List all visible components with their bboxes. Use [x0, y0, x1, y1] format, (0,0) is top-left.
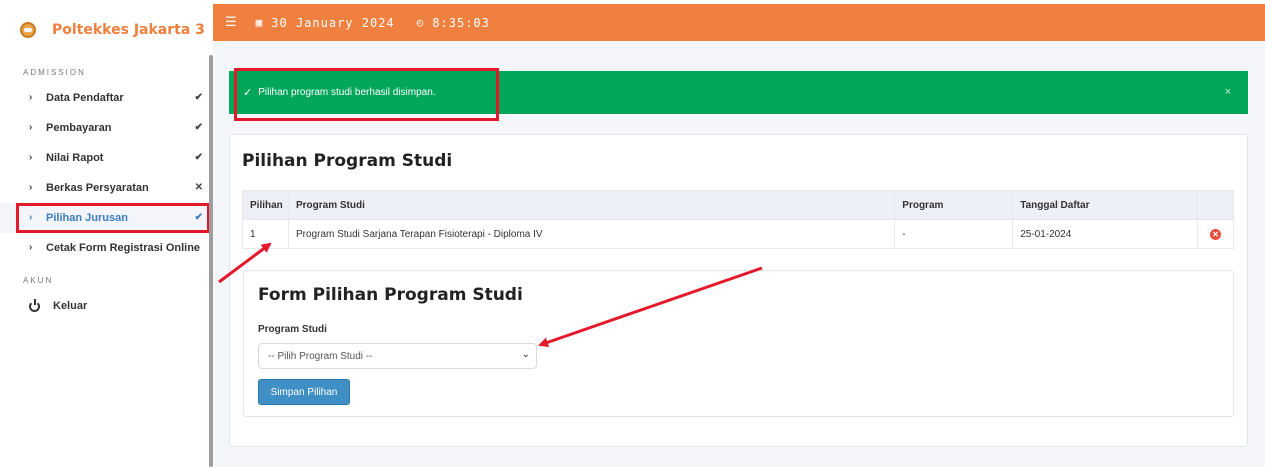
- column-header: Program Studi: [287, 190, 896, 220]
- sidebar-item-berkas-persyaratan[interactable]: › Berkas Persyaratan ✕: [0, 173, 213, 203]
- annotation-highlight-box: [16, 203, 210, 233]
- column-header: Pilihan: [242, 190, 289, 220]
- sidebar-item-data-pendaftar[interactable]: › Data Pendaftar ✔: [0, 83, 213, 113]
- form-card: Form Pilihan Program Studi Program Studi…: [243, 270, 1234, 417]
- column-header: [1197, 190, 1234, 220]
- hamburger-icon[interactable]: ☰: [225, 15, 238, 30]
- brand-name: Poltekkes Jakarta 3: [52, 21, 205, 38]
- check-icon: ✔: [194, 212, 203, 223]
- check-icon: ✔: [194, 92, 203, 103]
- card-title: Pilihan Program Studi: [242, 151, 453, 171]
- program-studi-select[interactable]: -- Pilih Program Studi -- ⌄: [258, 343, 537, 369]
- cell-action: ✕: [1197, 219, 1234, 249]
- chevron-right-icon: ›: [29, 92, 33, 103]
- select-value: -- Pilih Program Studi --: [268, 350, 373, 362]
- sidebar: Poltekkes Jakarta 3 ADMISSION › Data Pen…: [0, 4, 213, 467]
- chevron-right-icon: ›: [29, 152, 33, 163]
- cell-pilihan: 1: [242, 219, 289, 249]
- cell-program-studi: Program Studi Sarjana Terapan Fisioterap…: [287, 219, 896, 249]
- cell-program: -: [894, 219, 1014, 249]
- check-icon: ✔: [194, 152, 203, 163]
- pilihan-card: Pilihan Program Studi Pilihan Program St…: [229, 134, 1248, 447]
- save-button[interactable]: Simpan Pilihan: [258, 379, 350, 405]
- logo-icon: [20, 21, 36, 38]
- logout-link[interactable]: Keluar: [0, 291, 213, 321]
- close-icon[interactable]: ×: [1225, 86, 1231, 98]
- calendar-icon: ▦: [255, 16, 264, 29]
- top-header: ☰ ▦ 30 January 2024 ◴ 8:35:03: [213, 4, 1265, 41]
- sidebar-item-label: Nilai Rapot: [46, 152, 104, 164]
- section-label-admission: ADMISSION: [23, 68, 86, 77]
- column-header: Program: [894, 190, 1014, 220]
- chevron-right-icon: ›: [29, 182, 33, 193]
- logout-label: Keluar: [53, 300, 88, 312]
- sidebar-item-label: Cetak Form Registrasi Online: [46, 242, 201, 254]
- brand[interactable]: Poltekkes Jakarta 3: [0, 4, 213, 55]
- program-studi-label: Program Studi: [258, 324, 327, 335]
- cell-tanggal: 25-01-2024: [1012, 219, 1198, 249]
- sidebar-item-pembayaran[interactable]: › Pembayaran ✔: [0, 113, 213, 143]
- remove-icon[interactable]: ✕: [1210, 228, 1221, 240]
- chevron-right-icon: ›: [29, 122, 33, 133]
- annotation-highlight-box: [234, 68, 499, 121]
- clock-icon: ◴: [416, 16, 425, 29]
- section-label-akun: AKUN: [23, 276, 54, 285]
- sidebar-item-label: Berkas Persyaratan: [46, 182, 149, 194]
- chevron-down-icon: ⌄: [521, 349, 530, 360]
- form-title: Form Pilihan Program Studi: [258, 285, 523, 305]
- table-row: 1 Program Studi Sarjana Terapan Fisioter…: [242, 219, 1234, 249]
- chevron-right-icon: ›: [29, 242, 33, 253]
- sidebar-item-pilihan-jurusan[interactable]: › Pilihan Jurusan ✔: [0, 203, 213, 233]
- sidebar-item-cetak-form[interactable]: › Cetak Form Registrasi Online: [0, 233, 213, 263]
- header-date: 30 January 2024: [271, 15, 395, 30]
- sidebar-item-nilai-rapot[interactable]: › Nilai Rapot ✔: [0, 143, 213, 173]
- check-icon: ✔: [194, 122, 203, 133]
- chevron-right-icon: ›: [29, 212, 33, 223]
- header-time: 8:35:03: [432, 15, 490, 30]
- pilihan-table: Pilihan Program Studi Program Tanggal Da…: [242, 190, 1234, 249]
- column-header: Tanggal Daftar: [1012, 190, 1198, 220]
- cross-icon: ✕: [194, 182, 203, 193]
- sidebar-item-label: Pembayaran: [46, 122, 112, 134]
- sidebar-item-label: Data Pendaftar: [46, 92, 124, 104]
- table-header-row: Pilihan Program Studi Program Tanggal Da…: [242, 190, 1234, 220]
- power-icon: [29, 298, 40, 312]
- main-content: ✓ Pilihan program studi berhasil disimpa…: [213, 41, 1265, 467]
